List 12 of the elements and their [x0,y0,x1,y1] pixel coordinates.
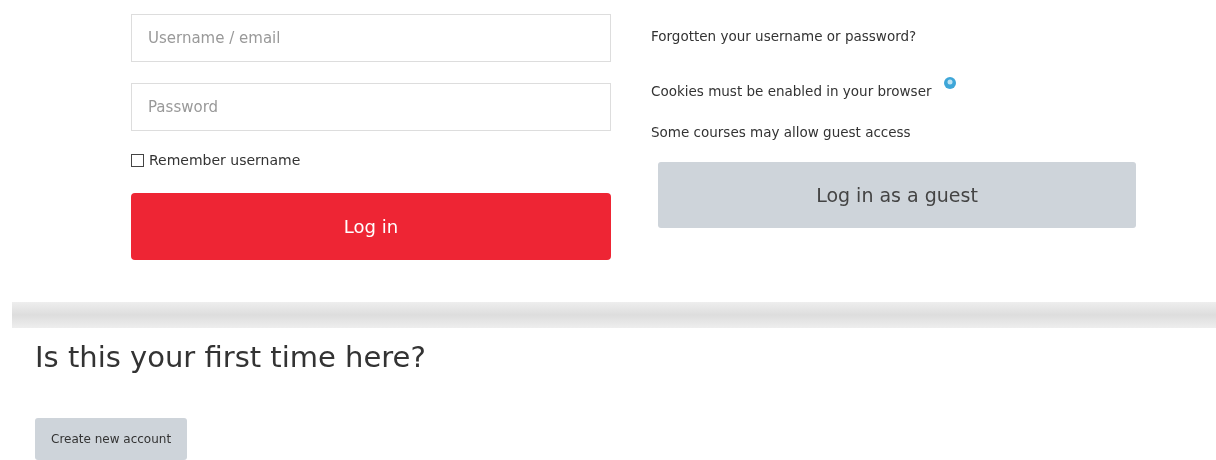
password-field[interactable]: Password [131,83,611,131]
signup-heading: Is this your first time here? [35,340,426,374]
guest-note: Some courses may allow guest access [651,124,912,140]
guest-login-button[interactable]: Log in as a guest [658,162,1136,228]
forgot-link[interactable]: Forgotten your username or password? [651,28,1137,44]
remember-label: Remember username [149,152,301,168]
create-account-button[interactable]: Create new account [35,418,188,460]
login-button[interactable]: Log in [131,193,611,260]
help-icon[interactable] [943,77,956,89]
cookies-note: Cookies must be enabled in your browser [651,83,932,99]
username-field[interactable]: Username / email [131,14,611,62]
remember-checkbox[interactable] [131,153,144,167]
